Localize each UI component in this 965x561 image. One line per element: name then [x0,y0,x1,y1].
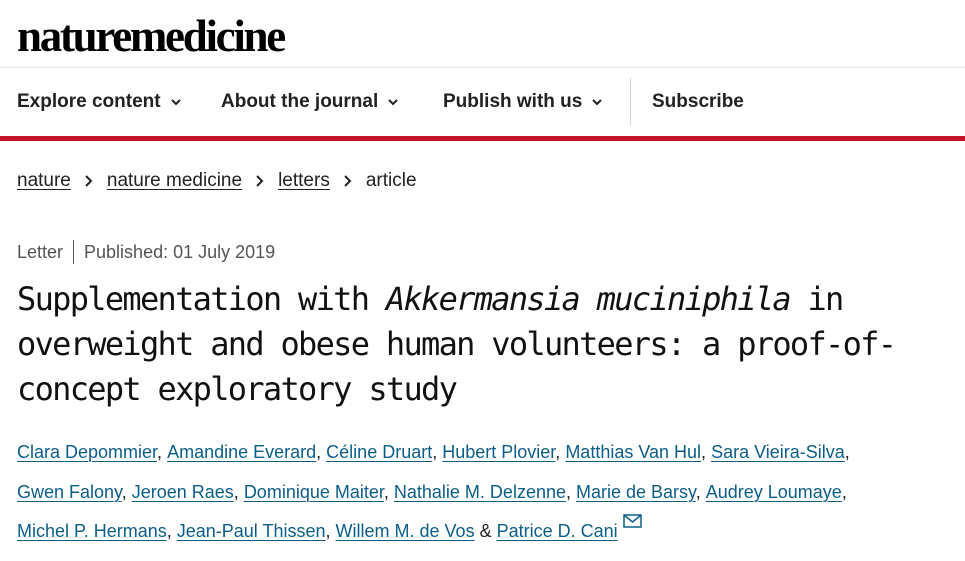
author-link[interactable]: Amandine Everard [167,442,316,462]
author-item: Amandine Everard, [167,442,326,462]
author-link[interactable]: Céline Druart [326,442,432,462]
author-item: Céline Druart, [326,442,442,462]
author-separator: , [555,442,566,462]
nav-publish-with-us-label: Publish with us [443,91,583,112]
author-item: Marie de Barsy, [576,482,706,502]
author-link[interactable]: Jeroen Raes [132,482,234,502]
author-list: Clara Depommier, Amandine Everard, Célin… [17,433,947,552]
author-link[interactable]: Marie de Barsy [576,482,696,502]
main-nav: Explore content About the journal Publis… [0,68,965,136]
nav-explore-content[interactable]: Explore content [17,68,182,136]
nav-about-journal[interactable]: About the journal [221,68,399,136]
author-link[interactable]: Jean-Paul Thissen [177,521,326,541]
author-item: Patrice D. Cani [497,514,642,541]
author-conjunction: & [474,521,497,541]
author-link[interactable]: Nathalie M. Delzenne [394,482,566,502]
author-item: Michel P. Hermans, [17,521,177,541]
author-link[interactable]: Hubert Plovier [442,442,555,462]
author-separator: , [565,481,576,502]
author-separator: , [844,442,850,462]
nav-subscribe[interactable]: Subscribe [652,68,744,136]
nav-subscribe-label: Subscribe [652,91,744,112]
author-separator: , [701,442,712,462]
chevron-right-icon [85,175,93,187]
author-separator: , [166,521,177,541]
author-separator: , [121,481,132,502]
nav-about-journal-label: About the journal [221,91,379,112]
author-item: Willem M. de Vos & [336,521,497,541]
author-item: Audrey Loumaye, [706,482,847,502]
author-link[interactable]: Clara Depommier [17,442,157,462]
nav-accent-rule [0,136,965,141]
author-item: Jeroen Raes, [132,482,244,502]
author-link[interactable]: Audrey Loumaye [706,482,842,502]
author-link[interactable]: Michel P. Hermans [17,521,167,541]
chevron-right-icon [344,175,352,187]
author-separator: , [157,442,168,462]
author-item: Hubert Plovier, [442,442,565,462]
author-link[interactable]: Patrice D. Cani [497,521,618,541]
journal-logo[interactable]: naturemedicine [17,10,286,62]
author-separator: , [432,442,443,462]
meta-divider [73,240,75,264]
author-link[interactable]: Sara Vieira-Silva [711,442,845,462]
breadcrumb-nature[interactable]: nature [17,170,71,192]
chevron-down-icon [170,99,181,106]
nav-divider [630,78,631,126]
article-title: Supplementation with Akkermansia mucinip… [17,277,957,412]
author-separator: , [316,442,327,462]
author-separator: , [233,481,244,502]
chevron-right-icon [256,175,264,187]
publication-date: Published: 01 July 2019 [84,241,276,262]
chevron-down-icon [592,99,603,106]
author-item: Nathalie M. Delzenne, [394,482,576,502]
author-link[interactable]: Dominique Maiter [244,482,384,502]
author-separator: , [325,521,336,541]
author-link[interactable]: Matthias Van Hul [565,442,701,462]
author-separator: , [383,481,394,502]
nav-publish-with-us[interactable]: Publish with us [443,68,603,136]
breadcrumb: nature nature medicine letters article [17,169,417,193]
breadcrumb-nature-medicine[interactable]: nature medicine [107,170,242,192]
author-separator: , [841,481,847,502]
author-link[interactable]: Willem M. de Vos [336,521,475,541]
article-meta: Letter Published: 01 July 2019 [17,240,275,264]
chevron-down-icon [388,99,398,106]
author-item: Dominique Maiter, [244,482,394,502]
author-separator: , [695,481,706,502]
author-item: Clara Depommier, [17,442,167,462]
author-item: Sara Vieira-Silva, [711,442,850,462]
author-link[interactable]: Gwen Falony [17,482,122,502]
envelope-icon[interactable] [622,514,642,528]
breadcrumb-letters[interactable]: letters [278,170,330,192]
article-type: Letter [17,241,64,262]
title-species-name: Akkermansia muciniphila [385,280,792,318]
nav-explore-content-label: Explore content [17,91,161,112]
author-item: Matthias Van Hul, [565,442,711,462]
site-header: naturemedicine [0,0,965,68]
author-item: Jean-Paul Thissen, [177,521,336,541]
breadcrumb-current: article [365,170,417,191]
author-item: Gwen Falony, [17,482,132,502]
title-text-start: Supplementation with [17,280,386,318]
